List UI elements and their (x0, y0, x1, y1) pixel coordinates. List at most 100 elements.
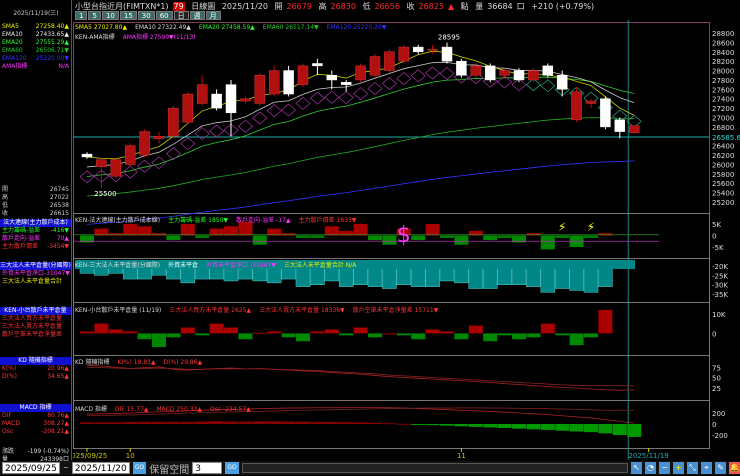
secmacd-label: MACD (2, 420, 20, 427)
end-date-input[interactable]: 2025/11/20 (71, 462, 130, 474)
candle-body (369, 56, 381, 76)
zoom-in-icon[interactable]: + (673, 462, 684, 474)
ma-label: SMA5 (2, 23, 19, 30)
sec1-value: -416▼ (50, 227, 69, 234)
p1-tick: -5K (712, 244, 724, 252)
ohlc-value: 27022 (49, 194, 69, 201)
interval-button-日[interactable]: 日 (173, 11, 189, 20)
close-arrow: ▲ (447, 2, 455, 11)
section-institutional: 法大連線(主力散戶成本) 主力籌碼-溢差 -416▼ 散戶走向-溢差 70▲ 主力散戶價差… (0, 219, 71, 251)
legend-item: DIF 15.77▲ (114, 406, 149, 413)
cursor-price-label: 26585.6 (712, 134, 740, 142)
zoom-out-icon[interactable]: − (659, 462, 670, 474)
foreign-net-bar (382, 235, 397, 245)
candle-body (628, 125, 640, 133)
foreign-net-bar (310, 235, 325, 238)
osc-bar (512, 424, 526, 429)
seckd-row: K(%) 20.96▲ (0, 365, 71, 373)
candle-body (268, 70, 280, 95)
secmacd-value: 308.27▲ (43, 420, 69, 427)
ama-diamond (396, 72, 412, 85)
price-tick-label: 26800 (712, 124, 734, 132)
interval-button-1[interactable]: 1 (75, 11, 88, 20)
retail-oi-bar (180, 327, 195, 334)
legend-item: 外資未平倉 (168, 262, 199, 269)
clock-icon[interactable]: ◔ (645, 462, 656, 474)
interval-button-60[interactable]: 60 (155, 11, 173, 20)
lightning-signal-icon: ⚡ (587, 220, 595, 234)
legend-item: D(%) 29.86▲ (163, 359, 203, 366)
foreign-net-bar (324, 226, 339, 236)
ama-diamond (338, 91, 354, 105)
chart-scrollbar[interactable] (241, 463, 628, 473)
candle-body (427, 49, 438, 51)
ama-diamond (180, 137, 196, 151)
osc-bar (382, 423, 397, 425)
retail-oi-bar (468, 325, 483, 334)
ohlc-row: 開 26745 (0, 186, 71, 194)
candle-body (326, 75, 338, 81)
go-button-2[interactable]: GO (225, 462, 239, 474)
legend-ma: SMA5 27027.80▲ EMA10 27322.49▲ EMA20 27458… (75, 24, 394, 31)
candle-body (340, 82, 352, 85)
interval-button-15[interactable]: 15 (119, 11, 137, 20)
osc-bar (368, 422, 382, 424)
ohlc-label: 高 (2, 194, 9, 201)
price-tick-label: 26200 (712, 152, 734, 160)
price-tick-label: 27400 (712, 96, 734, 104)
instrument-name[interactable]: 小型台指近月(FIMTXN*1) (75, 2, 169, 11)
volume-label: 量 (475, 2, 484, 11)
reserve-space-input[interactable]: 3 (192, 462, 223, 474)
osc-bar (555, 424, 570, 431)
retail-oi-bar (209, 323, 224, 334)
change-value: -199 (-0.74%) (27, 448, 69, 455)
retail-oi-bar (512, 333, 526, 340)
date-label: 10 (126, 452, 135, 460)
price-tick-label: 26000 (712, 161, 734, 169)
retail-oi-bar (396, 333, 411, 336)
ama-diamond (165, 147, 181, 161)
crosshair-icon[interactable]: ⌖ (701, 462, 712, 474)
interval-button-5[interactable]: 5 (88, 11, 101, 20)
reserve-space-label: 保留空間 (149, 464, 190, 476)
interval-button-10[interactable]: 10 (101, 11, 119, 20)
ma-label: EMA60 (2, 47, 23, 54)
legend-item: 主力籌碼-溢差 1850▼ (168, 217, 229, 224)
draw-icon[interactable]: ✎ (715, 462, 726, 474)
legend-item: EMA10 27322.49▲ (135, 24, 191, 31)
osc-bar (94, 422, 109, 424)
fit-icon[interactable]: ⤡ (687, 462, 698, 474)
macd-tick: 0 (712, 421, 716, 429)
ohlc-values-list: 開 26745 高 27022 低 26538 收 26615 (0, 186, 71, 218)
start-date-input[interactable]: 2025/09/25 (2, 462, 60, 474)
candle-body (110, 159, 122, 177)
retail-oi-bar (252, 332, 267, 334)
pointer-icon[interactable]: ↖ (631, 462, 642, 474)
interval-button-30[interactable]: 30 (137, 11, 155, 20)
sec3-row: 三大法人賣方未平倉量 (0, 323, 71, 331)
retail-oi-bar (483, 333, 498, 342)
ama-diamond (281, 103, 297, 117)
price-tick-label: 26400 (712, 143, 734, 151)
candle-body (297, 65, 309, 85)
close-value: 26825 (418, 2, 444, 11)
interval-button-週[interactable]: 週 (189, 11, 205, 20)
legend-item: Osc -234.57▲ (209, 406, 251, 413)
legend-item: KD 隨機指標 (75, 359, 110, 366)
price-tick-label: 28200 (712, 58, 734, 66)
chart-area[interactable]: 2880028600 2840028200 280002780027600 27400… (73, 20, 740, 460)
osc-bar (252, 421, 267, 424)
legend-ama: KEN-AMA指標 AMA指標 27590▼(11/13) (75, 32, 204, 41)
seckd-value: 20.96▲ (47, 365, 69, 372)
date-label: 11 (457, 452, 466, 460)
osc-bar (598, 424, 613, 434)
go-button[interactable]: GO (132, 462, 147, 474)
candle-body (614, 119, 626, 132)
interval-button-月[interactable]: 月 (205, 11, 221, 20)
legend-item: EMA20 27458.59▲ (198, 24, 255, 31)
retail-oi-bar (137, 333, 152, 340)
bell-icon[interactable]: 🔔 (729, 462, 740, 474)
candle-body (470, 65, 482, 76)
d-line (86, 366, 635, 387)
seckd-row: D(%) 34.65▲ (0, 373, 71, 381)
